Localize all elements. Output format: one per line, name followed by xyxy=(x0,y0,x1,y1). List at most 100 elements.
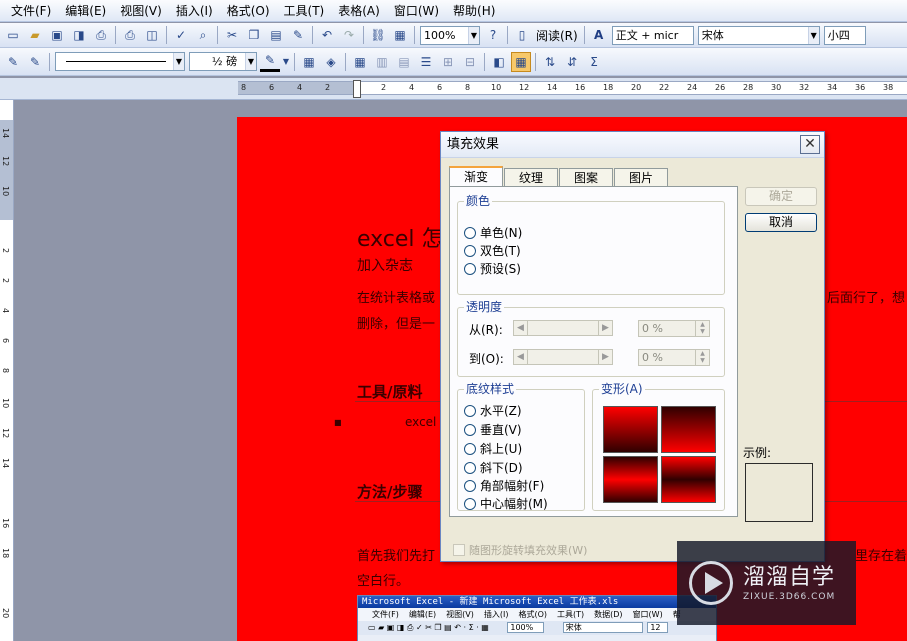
chevron-left-icon: ◀ xyxy=(514,350,528,364)
menu-tools[interactable]: 工具(T) xyxy=(277,1,332,21)
radio-button[interactable] xyxy=(464,423,476,436)
hyperlink-icon[interactable]: ⛓ xyxy=(368,25,388,45)
cancel-button[interactable]: 取消 xyxy=(745,213,817,232)
read-mode-icon[interactable]: ▯ xyxy=(512,25,532,45)
ruler-tick: 10 xyxy=(1,186,10,197)
dialog-titlebar[interactable]: 填充效果 ✕ xyxy=(441,132,824,158)
autoformat-icon[interactable]: ◧ xyxy=(489,52,509,72)
distribute-cols-icon[interactable]: ⊟ xyxy=(460,52,480,72)
menu-help[interactable]: 帮助(H) xyxy=(446,1,502,21)
menu-view[interactable]: 视图(V) xyxy=(113,1,169,21)
radio-horizontal[interactable]: 水平(Z) xyxy=(464,402,522,419)
radio-button[interactable] xyxy=(464,262,476,275)
menu-insert[interactable]: 插入(I) xyxy=(169,1,220,21)
new-icon[interactable]: ▭ xyxy=(3,25,23,45)
radio-diagonal-down[interactable]: 斜下(D) xyxy=(464,459,523,476)
print-preview-icon[interactable]: ⎙ xyxy=(120,25,140,45)
from-slider[interactable]: ◀ ▶ xyxy=(513,320,613,336)
tab-picture[interactable]: 图片 xyxy=(614,168,669,187)
variant-2[interactable] xyxy=(661,406,716,453)
radio-two-colors[interactable]: 双色(T) xyxy=(464,242,521,259)
print-icon[interactable]: ⎙ xyxy=(91,25,111,45)
line-weight-combo[interactable]: ½ 磅 ▼ xyxy=(189,52,257,71)
radio-button[interactable] xyxy=(464,404,476,417)
save-icon[interactable]: ▣ xyxy=(47,25,67,45)
sort-ascending-icon[interactable]: ⇅ xyxy=(540,52,560,72)
distribute-rows-icon[interactable]: ⊞ xyxy=(438,52,458,72)
menu-format[interactable]: 格式(O) xyxy=(220,1,277,21)
research-icon[interactable]: ⌕ xyxy=(193,25,213,45)
line-color-icon[interactable]: ✎ xyxy=(260,52,280,72)
document-gutter xyxy=(15,100,237,641)
help-icon[interactable]: ? xyxy=(483,25,503,45)
tab-texture[interactable]: 纹理 xyxy=(504,168,559,187)
format-painter-icon[interactable]: ✎ xyxy=(288,25,308,45)
radio-button[interactable] xyxy=(464,479,476,492)
chevron-down-icon[interactable]: ▼ xyxy=(282,52,290,72)
radio-one-color[interactable]: 单色(N) xyxy=(464,224,522,241)
redo-icon[interactable]: ↷ xyxy=(339,25,359,45)
tab-gradient[interactable]: 渐变 xyxy=(449,166,504,187)
zoom-combo[interactable]: 100% ▼ xyxy=(420,25,480,45)
merge-icon[interactable]: ▥ xyxy=(372,52,392,72)
radio-vertical[interactable]: 垂直(V) xyxy=(464,421,522,438)
variant-4[interactable] xyxy=(661,456,716,503)
embedded-zoom: 100% xyxy=(507,622,545,633)
radio-button[interactable] xyxy=(464,226,476,239)
style-combo[interactable]: 正文 + micr xyxy=(611,25,694,45)
variant-1[interactable] xyxy=(603,406,658,453)
autosum-icon[interactable]: Σ xyxy=(584,52,604,72)
radio-diagonal-up[interactable]: 斜上(U) xyxy=(464,440,522,457)
font-size-combo[interactable]: 小四 xyxy=(823,25,866,45)
radio-from-corner[interactable]: 角部幅射(F) xyxy=(464,477,544,494)
menu-window[interactable]: 窗口(W) xyxy=(387,1,446,21)
spelling-icon[interactable]: ✓ xyxy=(171,25,191,45)
to-slider[interactable]: ◀ ▶ xyxy=(513,349,613,365)
menu-file[interactable]: 文件(F) xyxy=(4,1,58,21)
menu-table[interactable]: 表格(A) xyxy=(331,1,387,21)
tab-pattern[interactable]: 图案 xyxy=(559,168,614,187)
undo-icon[interactable]: ↶ xyxy=(317,25,337,45)
radio-from-center[interactable]: 中心幅射(M) xyxy=(464,495,548,512)
ruler-tick: 2 xyxy=(1,278,10,284)
styles-icon[interactable]: A xyxy=(589,25,609,45)
insert-table-icon[interactable]: ▦ xyxy=(350,52,370,72)
shading-icon[interactable]: ◈ xyxy=(321,52,341,72)
cut-icon[interactable]: ✂ xyxy=(222,25,242,45)
open-icon[interactable]: ▰ xyxy=(25,25,45,45)
colors-group-title: 颜色 xyxy=(464,194,493,208)
read-mode-button[interactable]: 阅读(R) xyxy=(533,27,581,44)
split-icon[interactable]: ▤ xyxy=(394,52,414,72)
ruler-tick: 6 xyxy=(1,338,10,344)
table-icon[interactable]: ▦ xyxy=(390,25,410,45)
horizontal-ruler[interactable]: 8 6 4 2 2 4 6 8 10 12 14 16 18 20 22 24 … xyxy=(0,78,907,100)
align-icon[interactable]: ☰ xyxy=(416,52,436,72)
gridlines-icon[interactable]: ▦ xyxy=(511,51,531,72)
close-icon[interactable]: ✕ xyxy=(800,135,820,154)
font-combo[interactable]: 宋体 ▼ xyxy=(697,25,820,45)
edit2-icon[interactable]: ✎ xyxy=(25,52,45,72)
checkbox[interactable] xyxy=(453,544,465,556)
menu-edit[interactable]: 编辑(E) xyxy=(58,1,113,21)
ok-button[interactable]: 确定 xyxy=(745,187,817,206)
from-spinner[interactable]: 0 % ▲ ▼ xyxy=(638,320,710,337)
radio-preset[interactable]: 预设(S) xyxy=(464,260,521,277)
border-icon[interactable]: ▦ xyxy=(299,52,319,72)
vertical-ruler[interactable]: 14 12 10 2 2 4 6 8 10 12 14 16 18 20 xyxy=(0,100,14,641)
permission-icon[interactable]: ◨ xyxy=(69,25,89,45)
indent-marker[interactable] xyxy=(353,80,361,98)
to-spinner[interactable]: 0 % ▲ ▼ xyxy=(638,349,710,366)
radio-button[interactable] xyxy=(464,442,476,455)
line-style-combo[interactable]: ▼ xyxy=(55,52,185,71)
variant-3[interactable] xyxy=(603,456,658,503)
radio-button[interactable] xyxy=(464,461,476,474)
rotate-with-shape-checkbox[interactable]: 随图形旋转填充效果(W) xyxy=(453,542,587,558)
radio-button[interactable] xyxy=(464,244,476,257)
paste-icon[interactable]: ▤ xyxy=(266,25,286,45)
radio-button[interactable] xyxy=(464,497,476,510)
line-weight-value: ½ 磅 xyxy=(211,55,238,68)
sort-descending-icon[interactable]: ⇵ xyxy=(562,52,582,72)
copy-icon[interactable]: ❐ xyxy=(244,25,264,45)
edit-icon[interactable]: ✎ xyxy=(3,52,23,72)
preview-icon[interactable]: ◫ xyxy=(142,25,162,45)
